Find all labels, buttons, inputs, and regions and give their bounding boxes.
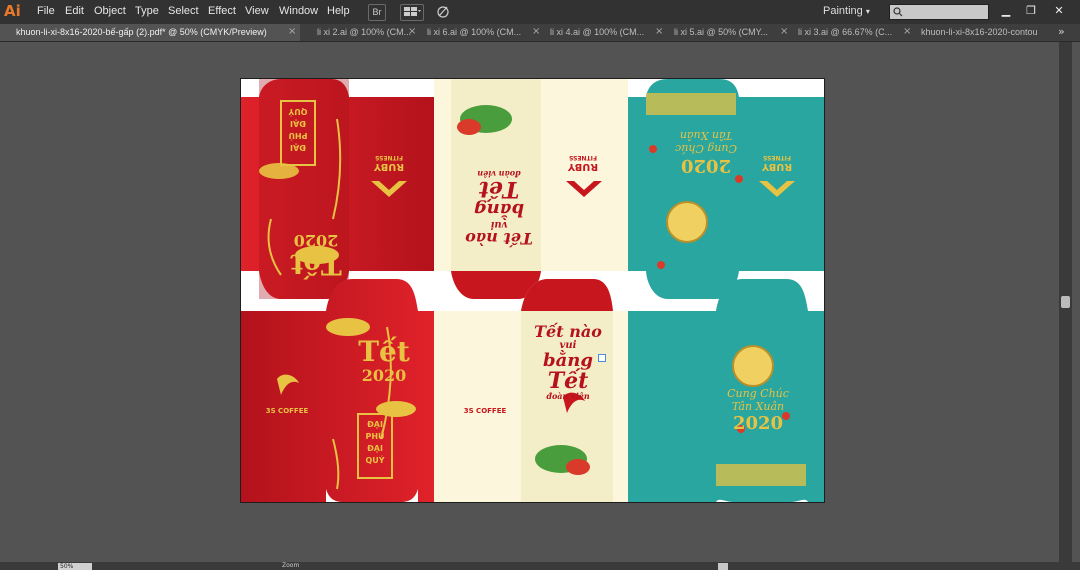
- tabs-overflow-icon[interactable]: »: [1058, 24, 1065, 40]
- zoom-value: 50%: [60, 563, 74, 570]
- phu-quy-line: ĐẠI: [367, 420, 383, 429]
- phu-quy-line: ĐẠI: [290, 119, 306, 128]
- arrange-documents-button[interactable]: [400, 4, 424, 21]
- search-icon: [893, 7, 903, 17]
- tab-khuon-li-xi-pdf[interactable]: khuon-li-xi-8x16-2020-bế-gấp (2).pdf* @ …: [0, 24, 300, 41]
- ruby-brand-red: RUBY FITNESS: [363, 154, 415, 172]
- status-tool-label: Zoom: [282, 562, 300, 569]
- calli-line: Tết: [547, 368, 589, 394]
- tab-khuon-contour[interactable]: khuon-li-xi-8x16-2020-contou: [910, 24, 1042, 41]
- calligraphy-bottom: Tết nào vui bằng Tết đoàn viên: [523, 323, 613, 401]
- ruby-brand-label: RUBY: [373, 161, 405, 172]
- status-bar: [0, 562, 1080, 570]
- arrange-documents-icon: [404, 7, 421, 16]
- close-button[interactable]: ✕: [1048, 2, 1070, 19]
- tet-label: Tết: [290, 248, 342, 281]
- restore-button[interactable]: ❐: [1020, 2, 1042, 19]
- tab-label: li xi 2.ai @ 100% (CM...: [317, 27, 412, 37]
- horizontal-scroll-thumb[interactable]: [718, 563, 728, 570]
- ruby-brand-label: RUBY: [567, 161, 599, 172]
- menu-window[interactable]: Window: [279, 5, 318, 17]
- cung-chuc-label: Cung Chúc: [727, 387, 789, 400]
- menu-effect[interactable]: Effect: [208, 5, 236, 17]
- minimize-button[interactable]: ▁: [995, 2, 1017, 19]
- menu-type[interactable]: Type: [135, 5, 159, 17]
- ruby-brand-sub: FITNESS: [375, 154, 403, 161]
- tab-label: khuon-li-xi-8x16-2020-bế-gấp (2).pdf* @ …: [16, 27, 267, 37]
- tab-li-xi-4[interactable]: li xi 4.ai @ 100% (CM...: [538, 24, 656, 41]
- year-label: 2020: [680, 155, 732, 176]
- calli-line: Tết nào: [534, 322, 602, 341]
- phu-quy-bottom: ĐẠI PHÚ ĐẠI QUÝ: [360, 419, 390, 467]
- workspace-switcher[interactable]: Painting ▾: [823, 5, 870, 17]
- calli-line: Tết nào: [465, 229, 533, 248]
- year-label: 2020: [732, 413, 784, 434]
- phu-quy-top: ĐẠI PHÚ ĐẠI QUÝ: [283, 105, 313, 153]
- coffee-brand-cream: 3S COFFEE: [463, 407, 507, 415]
- menu-edit[interactable]: Edit: [65, 5, 84, 17]
- zoom-field[interactable]: 50%: [58, 563, 92, 570]
- tab-li-xi-2[interactable]: li xi 2.ai @ 100% (CM...: [303, 24, 413, 41]
- greeting-top: 2020 Cung Chúc Tân Xuân: [661, 129, 751, 176]
- phu-quy-line: PHÚ: [365, 432, 385, 441]
- envelope-cream-bottom-red-tab: [521, 279, 613, 311]
- phu-quy-line: PHÚ: [288, 131, 308, 140]
- tab-li-xi-3[interactable]: li xi 3.ai @ 66.67% (C...: [786, 24, 904, 41]
- ruby-brand-teal: RUBY FITNESS: [751, 154, 803, 172]
- menu-help[interactable]: Help: [327, 5, 350, 17]
- ruby-brand-sub: FITNESS: [569, 154, 597, 161]
- tab-label: li xi 4.ai @ 100% (CM...: [550, 27, 645, 37]
- menu-object[interactable]: Object: [94, 5, 126, 17]
- calli-line: bằng: [474, 199, 524, 220]
- calligraphy-top: Tết nào vui bằng Tết đoàn viên: [459, 169, 539, 248]
- phu-quy-line: QUÝ: [365, 456, 385, 465]
- greeting-bottom: Cung Chúc Tân Xuân 2020: [713, 387, 803, 434]
- envelope-red-bottom-text: Tết 2020: [349, 337, 419, 385]
- menu-file[interactable]: File: [37, 5, 55, 17]
- search-input[interactable]: [889, 4, 989, 20]
- ruby-brand-sub: FITNESS: [763, 154, 791, 161]
- phu-quy-line: ĐẠI: [290, 143, 306, 152]
- bridge-button[interactable]: Br: [368, 4, 386, 21]
- calli-line: đoàn viên: [477, 169, 521, 179]
- tet-label: Tết: [358, 335, 410, 368]
- menu-select[interactable]: Select: [168, 5, 199, 17]
- cung-chuc-label: Cung Chúc: [675, 142, 737, 155]
- envelope-red-top-text: Tết 2020: [281, 199, 351, 281]
- gpu-performance-icon: [437, 6, 449, 18]
- year-label: 2020: [293, 231, 339, 250]
- tab-label: khuon-li-xi-8x16-2020-contou: [921, 27, 1038, 37]
- app-logo: Ai: [4, 2, 21, 20]
- vertical-scroll-thumb[interactable]: [1061, 296, 1070, 308]
- chevron-down-icon: ▾: [865, 7, 870, 16]
- year-label: 2020: [361, 366, 407, 385]
- phu-quy-line: ĐẠI: [367, 444, 383, 453]
- document-tab-bar: khuon-li-xi-8x16-2020-bế-gấp (2).pdf* @ …: [0, 24, 1080, 42]
- calli-line: đoàn viên: [546, 391, 590, 401]
- menu-bar: Ai File Edit Object Type Select Effect V…: [0, 0, 1080, 24]
- tab-label: li xi 6.ai @ 100% (CM...: [427, 27, 522, 37]
- gpu-performance-button[interactable]: [434, 4, 452, 19]
- phu-quy-line: QUÝ: [288, 107, 308, 116]
- calli-line: Tết: [478, 176, 520, 202]
- workspace-label: Painting: [823, 5, 863, 17]
- tab-label: li xi 3.ai @ 66.67% (C...: [798, 27, 893, 37]
- coffee-brand-red: 3S COFFEE: [265, 407, 309, 415]
- tab-li-xi-6[interactable]: li xi 6.ai @ 100% (CM...: [415, 24, 533, 41]
- tab-close-icon[interactable]: ×: [288, 24, 296, 40]
- artboard[interactable]: Tết 2020 ĐẠI PHÚ ĐẠI QUÝ RUBY FITNESS RU…: [240, 78, 825, 503]
- tab-li-xi-5[interactable]: li xi 5.ai @ 50% (CMY...: [662, 24, 780, 41]
- ruby-brand-cream: RUBY FITNESS: [557, 154, 609, 172]
- tan-xuan-label: Tân Xuân: [679, 129, 733, 142]
- ruby-brand-label: RUBY: [761, 161, 793, 172]
- selection-handle[interactable]: [598, 354, 606, 362]
- tan-xuan-label: Tân Xuân: [731, 400, 785, 413]
- tab-label: li xi 5.ai @ 50% (CMY...: [674, 27, 768, 37]
- menu-view[interactable]: View: [245, 5, 269, 17]
